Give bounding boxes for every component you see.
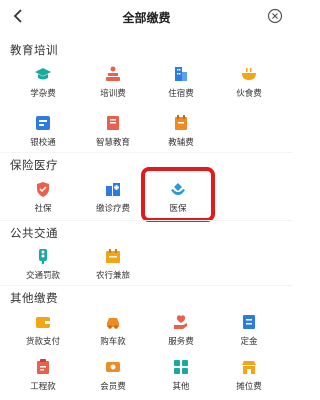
item-medical-insurance[interactable]: 医保 <box>147 180 209 220</box>
page-header: 全部缴费 <box>0 0 293 34</box>
item-abc-travel[interactable]: 农行兼旅 <box>82 247 144 287</box>
stall-icon <box>242 361 256 374</box>
item-medical-fee[interactable]: 缴诊疗费 <box>82 180 144 220</box>
item-deposit[interactable]: 定金 <box>218 313 280 353</box>
section-title-education: 教育培训 <box>10 43 58 57</box>
item-stall-fee[interactable]: 摊位费 <box>218 358 280 398</box>
graduation-cap-icon <box>35 68 51 80</box>
shield-icon <box>37 182 49 197</box>
item-label: 服务费 <box>168 337 194 347</box>
section-title-transport: 公共交通 <box>10 226 58 240</box>
page-title: 全部缴费 <box>122 11 171 25</box>
item-training-fee[interactable]: 培训费 <box>82 65 144 105</box>
item-car-payment[interactable]: 购车款 <box>82 313 144 353</box>
item-social-security[interactable]: 社保 <box>12 180 74 220</box>
item-label: 货款支付 <box>25 337 60 347</box>
clipboard-icon <box>37 359 49 374</box>
section-divider <box>0 220 293 221</box>
item-label: 农行兼旅 <box>95 271 130 281</box>
item-label: 缴诊疗费 <box>95 204 130 214</box>
item-label: 培训费 <box>100 89 126 99</box>
section-title-other: 其他缴费 <box>10 291 58 305</box>
item-label: 交通罚款 <box>25 271 60 281</box>
item-label: 摊位费 <box>236 382 262 392</box>
item-label: 定金 <box>240 337 258 347</box>
calendar-icon <box>106 249 120 263</box>
hands-heart-icon <box>171 183 185 195</box>
item-label: 银校通 <box>30 138 56 148</box>
book-icon <box>107 116 119 130</box>
close-button[interactable] <box>267 8 283 24</box>
item-membership-fee[interactable]: 会员费 <box>82 358 144 398</box>
item-label: 购车款 <box>100 337 126 347</box>
car-icon <box>107 318 119 329</box>
section-divider <box>0 152 293 153</box>
podium-icon <box>106 66 120 81</box>
building-icon <box>175 67 187 81</box>
item-label: 会员费 <box>100 382 126 392</box>
item-label: 教辅费 <box>168 138 194 148</box>
bowl-icon <box>242 68 256 80</box>
wallet-icon <box>36 317 50 328</box>
item-loan-payment[interactable]: 货款支付 <box>12 313 74 353</box>
more-grid-icon <box>174 360 188 374</box>
item-label: 其他 <box>172 382 190 392</box>
item-label: 医保 <box>169 204 187 214</box>
item-label: 智慧教育 <box>95 138 130 148</box>
item-label: 工程款 <box>30 382 56 392</box>
item-smart-education[interactable]: 智慧教育 <box>82 114 144 154</box>
service-hand-icon <box>174 315 187 329</box>
item-project-payment[interactable]: 工程款 <box>12 358 74 398</box>
item-other[interactable]: 其他 <box>150 358 212 398</box>
section-title-insurance: 保险医疗 <box>10 158 58 172</box>
item-bank-school[interactable]: 银校通 <box>12 114 74 154</box>
traffic-icon <box>39 249 47 264</box>
item-service-fee[interactable]: 服务费 <box>150 313 212 353</box>
item-meal-fee[interactable]: 伙食费 <box>218 65 280 105</box>
close-circle-icon <box>267 8 283 24</box>
item-label: 住宿费 <box>168 89 194 99</box>
member-card-icon <box>106 362 120 372</box>
item-tuition[interactable]: 学杂费 <box>12 65 74 105</box>
receipt-icon <box>243 315 255 329</box>
section-divider <box>0 285 293 286</box>
item-teaching-aid-fee[interactable]: 教辅费 <box>150 114 212 154</box>
item-label: 社保 <box>34 204 52 214</box>
notebook-icon <box>175 115 187 130</box>
item-accommodation-fee[interactable]: 住宿费 <box>150 65 212 105</box>
item-traffic-fine[interactable]: 交通罚款 <box>12 247 74 287</box>
item-label: 伙食费 <box>236 89 262 99</box>
bank-card-icon <box>36 116 50 130</box>
item-label: 学杂费 <box>30 89 56 99</box>
hospital-icon <box>106 183 120 196</box>
